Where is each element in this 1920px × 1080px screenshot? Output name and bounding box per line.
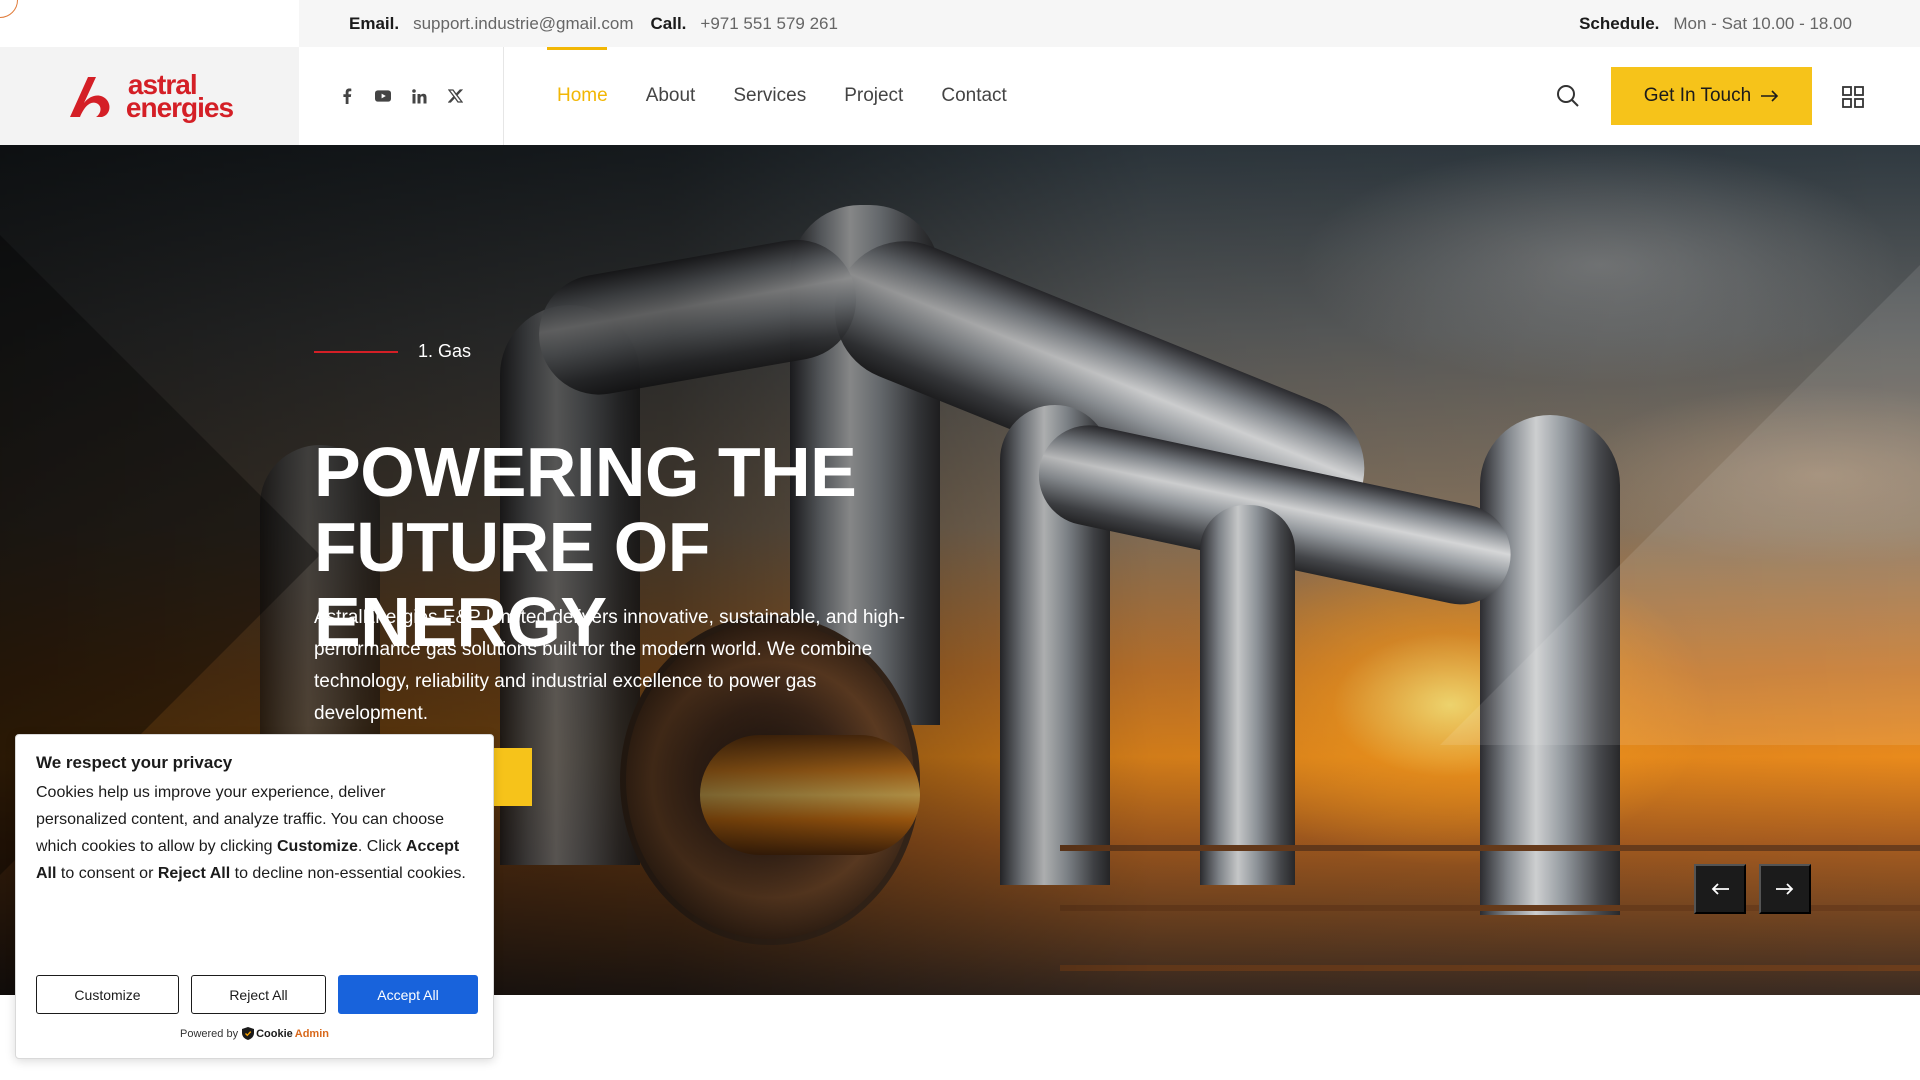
- eyebrow-line: [314, 350, 398, 353]
- slider-next-button[interactable]: [1759, 864, 1811, 914]
- brand-name-part-1: Cookie: [256, 1027, 293, 1040]
- call-label: Call.: [650, 13, 687, 33]
- slider-prev-button[interactable]: [1694, 864, 1746, 914]
- cookie-text-part: to consent or: [56, 865, 158, 882]
- slide-eyebrow: 1. Gas: [314, 341, 471, 362]
- cookie-text-reject: Reject All: [157, 865, 231, 882]
- hero-decor-triangle-right: [1440, 265, 1920, 745]
- get-in-touch-button[interactable]: Get In Touch: [1611, 67, 1812, 125]
- schedule-info: Schedule. Mon - Sat 10.00 - 18.00: [1579, 0, 1852, 47]
- email-value[interactable]: support.industrie@gmail.com: [413, 14, 633, 34]
- logo-mark-icon: [69, 77, 110, 117]
- youtube-icon[interactable]: [375, 88, 391, 104]
- hero-description: AstralEnergies E&P Limited delivers inno…: [314, 607, 906, 724]
- facebook-icon[interactable]: [339, 88, 355, 104]
- cookie-text-part: to decline non-essential cookies.: [230, 865, 466, 882]
- nav-project[interactable]: Project: [834, 47, 913, 145]
- cookie-text-part: . Click: [357, 838, 406, 855]
- social-links: [299, 47, 504, 145]
- top-bar: Email. support.industrie@gmail.com Call.…: [0, 0, 1920, 47]
- phone-value[interactable]: +971 551 579 261: [700, 14, 838, 34]
- contact-info: Email. support.industrie@gmail.com Call.…: [349, 0, 855, 47]
- cookie-title: We respect your privacy: [36, 753, 233, 772]
- top-bar-left-spacer: [0, 0, 299, 47]
- slide-number-label: 1. Gas: [418, 341, 472, 361]
- arrow-left-icon: [1711, 883, 1729, 895]
- nav-services[interactable]: Services: [723, 47, 816, 145]
- main-header: astral energies Home About Services Proj…: [0, 47, 1920, 145]
- cookieadmin-logo[interactable]: Cookie Admin: [242, 1027, 329, 1040]
- cookie-description: Cookies help us improve your experience,…: [36, 779, 473, 887]
- powered-by-label: Powered by: [179, 1027, 239, 1040]
- nav-home[interactable]: Home: [547, 47, 618, 145]
- schedule-label: Schedule.: [1579, 13, 1660, 33]
- linkedin-icon[interactable]: [411, 88, 427, 104]
- get-in-touch-label: Get In Touch: [1643, 85, 1752, 106]
- cookie-reject-button[interactable]: Reject All: [191, 975, 326, 1014]
- nav-about[interactable]: About: [636, 47, 706, 145]
- hero-headline-line-1: POWERING THE: [314, 433, 857, 511]
- arrow-right-icon: [1761, 90, 1779, 102]
- cookie-buttons: Customize Reject All Accept All: [36, 975, 478, 1014]
- email-label: Email.: [349, 13, 400, 33]
- arrow-right-icon: [1776, 883, 1794, 895]
- cookie-text-customize: Customize: [277, 838, 358, 855]
- search-icon[interactable]: [1556, 84, 1580, 108]
- main-nav: Home About Services Project Contact: [547, 47, 1035, 145]
- brand-name-part-2: Admin: [294, 1027, 329, 1040]
- nav-contact[interactable]: Contact: [931, 47, 1016, 145]
- cookie-accept-button[interactable]: Accept All: [338, 975, 478, 1014]
- logo-link[interactable]: astral energies: [0, 47, 299, 145]
- x-twitter-icon[interactable]: [447, 88, 463, 104]
- cookie-customize-button[interactable]: Customize: [36, 975, 179, 1014]
- cookie-powered-by: Powered by Cookie Admin: [16, 1027, 493, 1040]
- shield-icon: [242, 1027, 255, 1040]
- site-logo: astral energies: [66, 71, 234, 123]
- cookie-consent-banner: We respect your privacy Cookies help us …: [15, 734, 494, 1059]
- logo-word-2: energies: [125, 92, 234, 123]
- grid-menu-icon[interactable]: [1842, 86, 1864, 108]
- schedule-value: Mon - Sat 10.00 - 18.00: [1673, 13, 1852, 33]
